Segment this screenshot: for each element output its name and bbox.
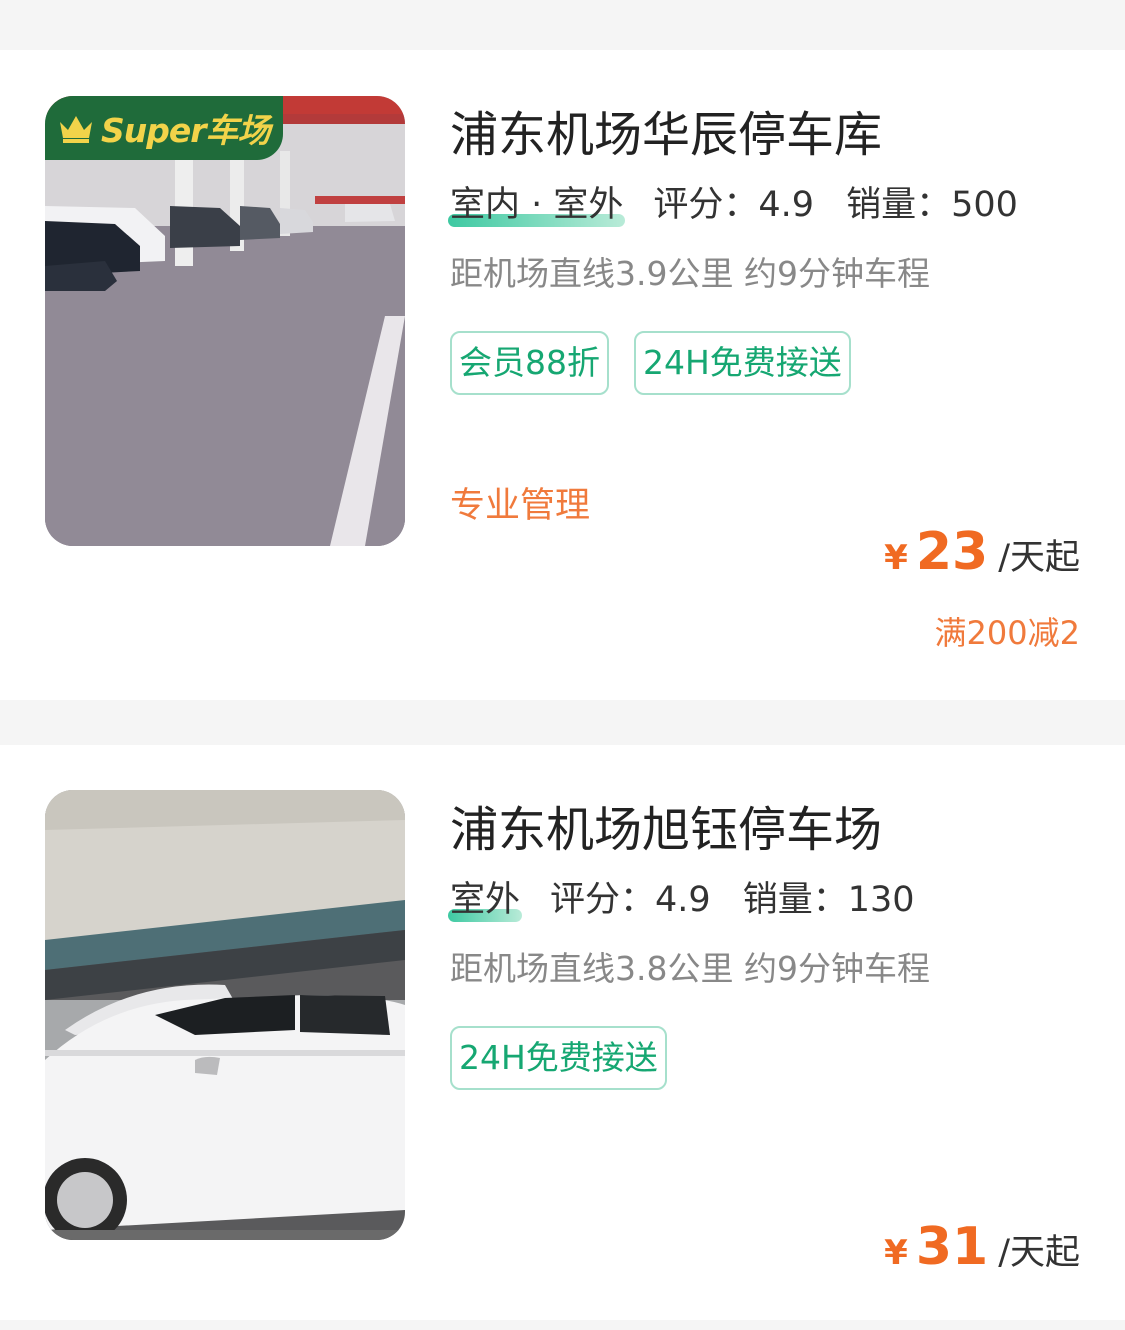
lot-name[interactable]: 浦东机场旭钰停车场 bbox=[450, 800, 1080, 860]
lot-distance: 距机场直线3.8公里 约9分钟车程 bbox=[450, 949, 930, 988]
price-unit: /天起 bbox=[998, 538, 1080, 578]
lot-info: 浦东机场旭钰停车场 室外 评分：4.9 销量：130 距机场直线3.8公里 约9… bbox=[447, 800, 1080, 1090]
lot-type: 室外 bbox=[447, 880, 523, 922]
lot-distance: 距机场直线3.9公里 约9分钟车程 bbox=[450, 254, 930, 293]
parking-lot-photo: Super车场 bbox=[45, 96, 405, 546]
lot-rating: 评分：4.9 bbox=[550, 880, 711, 920]
lot-price: ¥ 31 /天起 bbox=[884, 1217, 1080, 1277]
price-unit: /天起 bbox=[998, 1233, 1080, 1273]
lot-sales: 销量：130 bbox=[742, 880, 915, 920]
lot-info: 浦东机场华辰停车库 室内 · 室外 评分：4.9 销量：500 距机场直线3.9… bbox=[447, 105, 1080, 395]
lot-feature: 专业管理 bbox=[450, 486, 591, 526]
tag-chip: 24H免费接送 bbox=[450, 1026, 667, 1090]
price-amount: 23 bbox=[915, 522, 989, 582]
parking-lot-card[interactable]: Super车场 浦东机场华辰停车库 室内 · 室外 评分：4.9 销量：500 … bbox=[0, 50, 1125, 700]
lot-name[interactable]: 浦东机场华辰停车库 bbox=[450, 105, 1080, 165]
promo-label: 满200减2 bbox=[934, 614, 1080, 652]
parking-lot-photo bbox=[45, 790, 405, 1240]
currency-symbol: ¥ bbox=[884, 1233, 908, 1273]
crown-icon bbox=[60, 116, 92, 143]
lot-meta: 室内 · 室外 评分：4.9 销量：500 bbox=[447, 183, 1080, 227]
currency-symbol: ¥ bbox=[884, 538, 908, 578]
lot-price: ¥ 23 /天起 bbox=[884, 522, 1080, 582]
lot-tags: 会员88折 24H免费接送 bbox=[450, 331, 1080, 395]
super-badge-label: Super车场 bbox=[101, 111, 271, 150]
tag-chip: 24H免费接送 bbox=[634, 331, 851, 395]
lot-tags: 24H免费接送 bbox=[450, 1026, 1080, 1090]
tag-chip: 会员88折 bbox=[450, 331, 609, 395]
price-amount: 31 bbox=[915, 1217, 989, 1277]
lot-sales: 销量：500 bbox=[846, 185, 1018, 225]
parking-lot-card[interactable]: 浦东机场旭钰停车场 室外 评分：4.9 销量：130 距机场直线3.8公里 约9… bbox=[0, 745, 1125, 1320]
lot-type: 室内 · 室外 bbox=[447, 185, 626, 227]
super-lot-badge: Super车场 bbox=[45, 96, 283, 160]
lot-rating: 评分：4.9 bbox=[653, 185, 815, 225]
lot-meta: 室外 评分：4.9 销量：130 bbox=[447, 878, 1080, 922]
